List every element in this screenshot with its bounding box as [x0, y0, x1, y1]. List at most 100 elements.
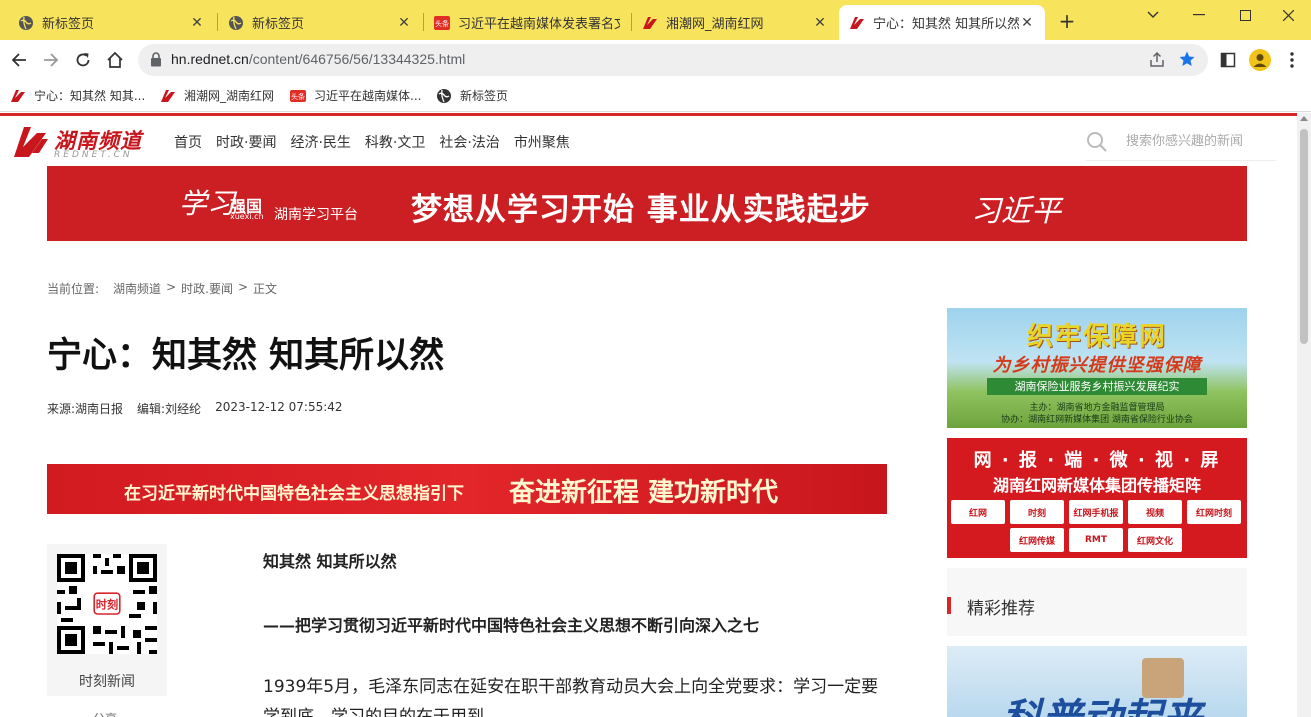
back-button[interactable]: [7, 48, 31, 72]
web-page: 湖南频道 REDNET.CN 首页 时政·要闻 经济·民生 科教·文卫 社会·法…: [0, 113, 1297, 717]
xuexi-logo: 学习: [179, 187, 236, 220]
bookmark-4[interactable]: 新标签页: [436, 87, 508, 104]
bookmark-1[interactable]: 宁心：知其然 知其...: [10, 87, 145, 104]
site-search[interactable]: 搜索你感兴趣的新闻: [1086, 127, 1276, 161]
tab-5-active[interactable]: 宁心：知其然 知其所以然 ✕: [839, 5, 1045, 40]
close-icon: [1282, 9, 1294, 21]
breadcrumb-separator: >: [237, 280, 249, 294]
tab-1[interactable]: 新标签页 ✕: [8, 5, 215, 40]
share-icon[interactable]: [1148, 51, 1166, 73]
bookmark-label: 习近平在越南媒体...: [314, 89, 422, 103]
nav-item-society[interactable]: 社会·法治: [439, 132, 499, 152]
article-datetime: 2023-12-12 07:55:42: [215, 400, 343, 414]
globe-icon: [436, 88, 452, 104]
media-matrix-subtitle: 湖南红网新媒体集团传播矩阵: [992, 476, 1201, 495]
media-logo: 红网文化: [1128, 528, 1182, 552]
tab-4-label: 湘潮网_湖南红网: [666, 17, 764, 32]
banner-mid-big: 奋进新征程 建功新时代: [509, 478, 779, 508]
nav-item-economy[interactable]: 经济·民生: [290, 132, 350, 152]
xuexi-banner[interactable]: 学习 强国 xuexi.cn 湖南学习平台 梦想从学习开始 事业从实践起步 习近…: [47, 166, 1247, 241]
search-input[interactable]: 搜索你感兴趣的新闻: [1126, 130, 1243, 149]
qr-label: 时刻新闻: [79, 674, 135, 690]
search-icon[interactable]: [1086, 131, 1108, 157]
menu-button[interactable]: [1280, 48, 1304, 72]
home-icon: [107, 51, 123, 68]
bookmark-label: 新标签页: [460, 89, 509, 103]
maximize-button[interactable]: [1222, 0, 1268, 30]
media-logo: 视频: [1128, 500, 1182, 524]
tab-4[interactable]: 湘潮网_湖南红网 ✕: [632, 5, 838, 40]
article-paragraph: 1939年5月，毛泽东同志在延安在职干部教育动员大会上向全党要求：学习一定要学到…: [263, 677, 879, 717]
breadcrumb-separator: >: [166, 280, 177, 294]
home-button[interactable]: [103, 48, 127, 72]
maximize-icon: [1239, 9, 1251, 21]
breadcrumb-item-current: 正文: [253, 282, 278, 296]
xuexi-platform: 湖南学习平台: [274, 207, 358, 223]
profile-button[interactable]: [1248, 48, 1272, 72]
scrollbar-thumb[interactable]: [1300, 129, 1308, 344]
close-icon[interactable]: ✕: [812, 15, 828, 31]
article-editor: 编辑:刘经纶: [137, 402, 202, 416]
url-path: /content/646756/56/13344325.html: [248, 51, 466, 67]
tab-2-label: 新标签页: [252, 17, 305, 32]
bookmark-2[interactable]: 湘潮网_湖南红网: [160, 87, 274, 104]
tab-3-label: 习近平在越南媒体发表署名文章: [458, 17, 620, 32]
reload-button[interactable]: [71, 48, 95, 72]
new-era-banner[interactable]: 在习近平新时代中国特色社会主义思想指引下 奋进新征程 建功新时代: [47, 464, 887, 514]
banner-signature: 习近平: [971, 194, 1061, 229]
tab-3[interactable]: 头条 习近平在越南媒体发表署名文章: [424, 5, 630, 40]
close-window-button[interactable]: [1265, 0, 1311, 30]
site-logo[interactable]: 湖南频道 REDNET.CN: [12, 123, 147, 160]
new-tab-button[interactable]: +: [1056, 10, 1078, 32]
side-panel-button[interactable]: [1216, 48, 1240, 72]
nav-item-education[interactable]: 科教·文卫: [365, 132, 425, 152]
close-icon[interactable]: ✕: [1019, 15, 1035, 31]
nav-item-cities[interactable]: 市州聚焦: [514, 132, 570, 152]
recommend-title: 精彩推荐: [967, 599, 1035, 619]
forward-button[interactable]: [39, 48, 63, 72]
toutiao-icon: 头条: [290, 88, 306, 104]
lock-icon[interactable]: [150, 52, 162, 71]
arrow-right-icon: [44, 53, 59, 67]
minimize-button[interactable]: [1176, 0, 1222, 30]
rednet-icon: [160, 88, 176, 104]
bookmark-label: 湘潮网_湖南红网: [184, 89, 275, 103]
qr-code: 时刻: [57, 554, 157, 654]
svg-text:时刻: 时刻: [96, 597, 118, 611]
insurance-ad[interactable]: 织牢保障网 为乡村振兴提供坚强保障 湖南保险业服务乡村振兴发展纪实 主办：湖南省…: [947, 308, 1247, 428]
close-icon[interactable]: ✕: [396, 15, 412, 31]
close-icon[interactable]: ✕: [189, 15, 205, 31]
svg-text:头条: 头条: [291, 92, 305, 101]
rednet-logo-icon: [14, 127, 48, 157]
breadcrumb-item-channel[interactable]: 湖南频道: [113, 280, 161, 297]
tab-search-button[interactable]: [1130, 0, 1176, 30]
rednet-icon: [849, 15, 865, 31]
breadcrumb-item-section[interactable]: 时政.要闻: [181, 280, 233, 297]
url-text[interactable]: hn.rednet.cn/content/646756/56/13344325.…: [171, 51, 465, 67]
recommend-image-text: 科普动起来: [1002, 686, 1202, 717]
bookmark-3[interactable]: 头条 习近平在越南媒体...: [290, 87, 421, 104]
bookmark-label: 宁心：知其然 知其...: [34, 89, 146, 103]
media-logo: RMT: [1069, 528, 1123, 552]
more-vertical-icon: [1290, 52, 1294, 68]
media-logo: 红网传媒: [1010, 528, 1064, 552]
scroll-up-arrow[interactable]: [1300, 116, 1308, 121]
article-source: 来源:湖南日报: [47, 402, 124, 416]
media-logo: 时刻: [1010, 500, 1064, 524]
media-matrix-ad[interactable]: 网 · 报 · 端 · 微 · 视 · 屏 湖南红网新媒体集团传播矩阵 红网 时…: [947, 438, 1247, 558]
banner-mid-small: 在习近平新时代中国特色社会主义思想指引下: [124, 484, 464, 504]
avatar-icon: [1249, 49, 1271, 71]
address-bar[interactable]: hn.rednet.cn/content/646756/56/13344325.…: [138, 44, 1208, 76]
share-button[interactable]: 分享: [93, 710, 117, 717]
browser-tab-bar: 新标签页 ✕ 新标签页 ✕ 头条 习近平在越南媒体发表署名文章 湘潮网_湖南红网…: [0, 0, 1311, 40]
globe-icon: [228, 15, 244, 31]
qr-panel: 时刻 时刻新闻: [47, 544, 167, 696]
tab-2[interactable]: 新标签页 ✕: [218, 5, 422, 40]
recommend-image[interactable]: 科普动起来: [947, 646, 1247, 717]
nav-item-home[interactable]: 首页: [174, 132, 202, 152]
tab-5-label: 宁心：知其然 知其所以然: [873, 17, 1019, 32]
nav-item-politics[interactable]: 时政·要闻: [216, 132, 276, 152]
insurance-ad-title: 织牢保障网: [1026, 322, 1167, 352]
star-icon[interactable]: [1178, 50, 1196, 72]
page-scrollbar[interactable]: [1297, 113, 1311, 717]
